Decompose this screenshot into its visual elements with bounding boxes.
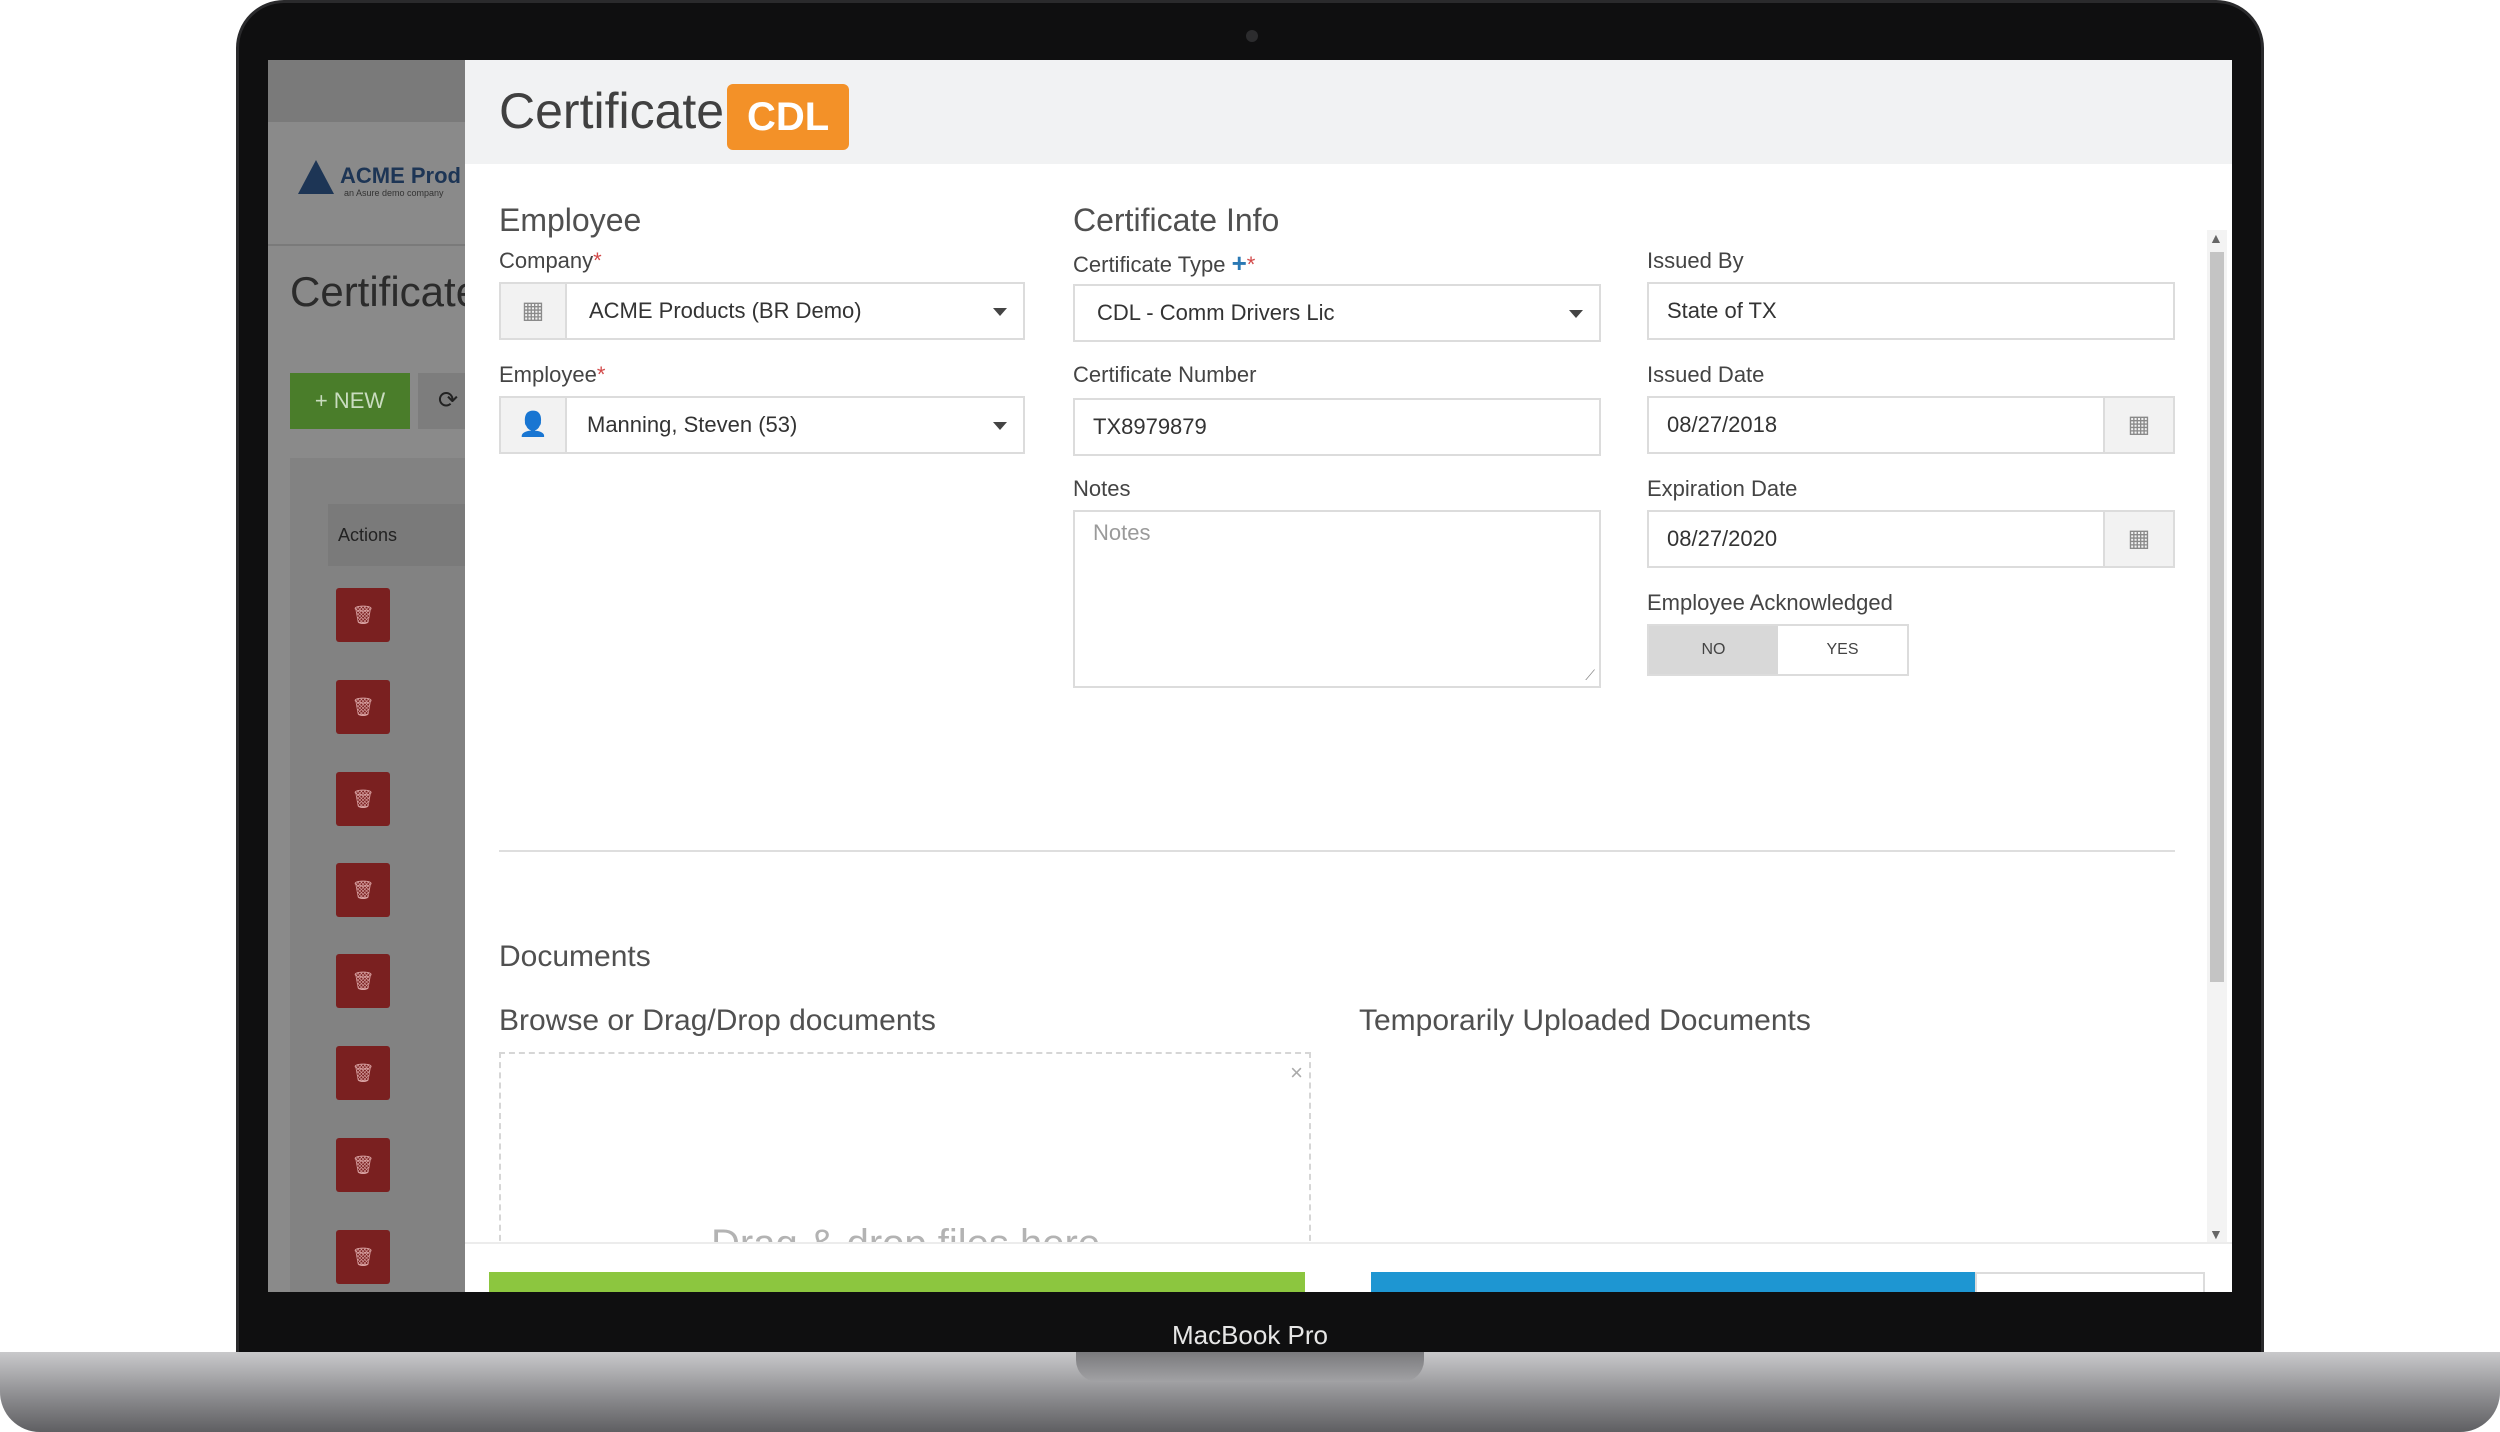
trash-icon[interactable]: 🗑 xyxy=(336,680,390,734)
notes-placeholder: Notes xyxy=(1093,520,1151,545)
documents-title: Documents xyxy=(499,940,651,973)
issued-by-input[interactable]: State of TX xyxy=(1647,282,2175,340)
scroll-up-icon[interactable]: ▲ xyxy=(2209,230,2223,246)
save-next-record-button[interactable]: SAVE & NEXT RECORD ⏭ xyxy=(867,1272,1305,1292)
modal-title: Certificate: xyxy=(499,83,738,139)
employee-acknowledged-label: Employee Acknowledged xyxy=(1647,590,1893,615)
employee-label-text: Employee xyxy=(499,362,597,387)
certificate-number-value: TX8979879 xyxy=(1093,414,1207,439)
chevron-down-icon xyxy=(993,422,1007,430)
certificate-number-input[interactable]: TX8979879 xyxy=(1073,398,1601,456)
employee-label: Employee* xyxy=(499,362,605,388)
toggle-no[interactable]: NO xyxy=(1649,626,1778,674)
trash-icon[interactable]: 🗑 xyxy=(336,863,390,917)
bg-actions-header: Actions xyxy=(328,504,488,566)
chevron-down-icon xyxy=(1569,310,1583,318)
resize-grip-icon[interactable]: ⟋ xyxy=(1585,667,1595,684)
employee-select[interactable]: 👤 Manning, Steven (53) xyxy=(499,396,1025,454)
certificate-type-label: Certificate Type +* xyxy=(1073,248,1255,279)
acknowledged-toggle[interactable]: NO YES xyxy=(1647,624,1909,676)
device-label: MacBook Pro xyxy=(1171,1320,1329,1350)
issued-date-value: 08/27/2018 xyxy=(1667,412,1778,437)
bg-page-title: Certificate xyxy=(290,268,480,315)
close-icon[interactable]: × xyxy=(1290,1060,1303,1086)
browse-title: Browse or Drag/Drop documents xyxy=(499,1004,936,1037)
trash-icon[interactable]: 🗑 xyxy=(336,1230,390,1284)
certificate-info-title: Certificate Info xyxy=(1073,202,1280,238)
laptop-notch xyxy=(1076,1352,1424,1382)
required-marker: * xyxy=(593,248,602,273)
certificate-type-label-text: Certificate Type xyxy=(1073,252,1226,277)
certificate-type-value: CDL - Comm Drivers Lic xyxy=(1097,300,1335,325)
modal-footer: SAVE CHANGES SAVE & NEXT RECORD ⏭ ⏮ PREV… xyxy=(465,1242,2232,1292)
expiration-date-input[interactable]: 08/27/2020 ▦ xyxy=(1647,510,2175,568)
trash-icon[interactable]: 🗑 xyxy=(336,954,390,1008)
employee-value: Manning, Steven (53) xyxy=(587,412,798,437)
user-icon: 👤 xyxy=(501,398,567,452)
certificate-type-select[interactable]: CDL - Comm Drivers Lic xyxy=(1073,284,1601,342)
expiration-date-label: Expiration Date xyxy=(1647,476,1798,501)
add-certificate-type-icon[interactable]: + xyxy=(1232,248,1247,278)
modal-header: Certificate: CDL xyxy=(465,60,2232,164)
issued-date-input[interactable]: 08/27/2018 ▦ xyxy=(1647,396,2175,454)
trash-icon[interactable]: 🗑 xyxy=(336,1138,390,1192)
bg-new-button[interactable]: + NEW xyxy=(290,373,410,429)
bg-logo-text: ACME Prod xyxy=(340,162,461,188)
bg-table-panel xyxy=(290,458,490,1292)
company-value: ACME Products (BR Demo) xyxy=(589,298,862,323)
camera-dot xyxy=(1246,30,1258,42)
scroll-thumb[interactable] xyxy=(2210,252,2224,982)
issued-date-label: Issued Date xyxy=(1647,362,1765,387)
section-divider xyxy=(499,850,2175,852)
calendar-icon[interactable]: ▦ xyxy=(2103,398,2173,452)
certificate-badge: CDL xyxy=(727,84,850,150)
trash-icon[interactable]: 🗑 xyxy=(336,772,390,826)
notes-label: Notes xyxy=(1073,476,1131,501)
bg-logo-sub: an Asure demo company xyxy=(344,188,444,198)
screen: ACME Prod an Asure demo company Certific… xyxy=(268,60,2232,1292)
bg-divider xyxy=(268,244,488,246)
bg-topbar xyxy=(268,60,488,122)
trash-icon[interactable]: 🗑 xyxy=(336,588,390,642)
close-button[interactable]: CLOSE ✖ xyxy=(1975,1272,2205,1292)
employee-section-title: Employee xyxy=(499,202,642,238)
issued-by-value: State of TX xyxy=(1667,298,1777,323)
company-select[interactable]: ▦ ACME Products (BR Demo) xyxy=(499,282,1025,340)
issued-by-label: Issued By xyxy=(1647,248,1744,273)
building-icon: ▦ xyxy=(501,284,567,338)
certificate-number-label: Certificate Number xyxy=(1073,362,1257,387)
trash-icon[interactable]: 🗑 xyxy=(336,1046,390,1100)
notes-textarea[interactable]: Notes ⟋ xyxy=(1073,510,1601,688)
company-label-text: Company xyxy=(499,248,594,273)
next-record-button[interactable]: NEXT RECORD ⏭ xyxy=(1671,1272,1975,1292)
prev-record-button[interactable]: ⏮ PREV RECORD xyxy=(1371,1272,1671,1292)
chevron-down-icon xyxy=(993,308,1007,316)
required-marker: * xyxy=(596,362,606,387)
required-marker: * xyxy=(1246,252,1256,277)
save-changes-button[interactable]: SAVE CHANGES xyxy=(489,1272,867,1292)
certificate-modal: Certificate: CDL Employee Company* ▦ ACM… xyxy=(465,60,2232,1292)
toggle-yes[interactable]: YES xyxy=(1778,626,1907,674)
temp-uploaded-title: Temporarily Uploaded Documents xyxy=(1359,1004,1811,1037)
logo-mark-icon xyxy=(298,160,334,194)
calendar-icon[interactable]: ▦ xyxy=(2103,512,2173,566)
modal-scrollbar[interactable]: ▲ ▼ xyxy=(2207,230,2227,1242)
company-label: Company* xyxy=(499,248,602,274)
expiration-date-value: 08/27/2020 xyxy=(1667,526,1778,551)
scroll-down-icon[interactable]: ▼ xyxy=(2209,1226,2223,1242)
